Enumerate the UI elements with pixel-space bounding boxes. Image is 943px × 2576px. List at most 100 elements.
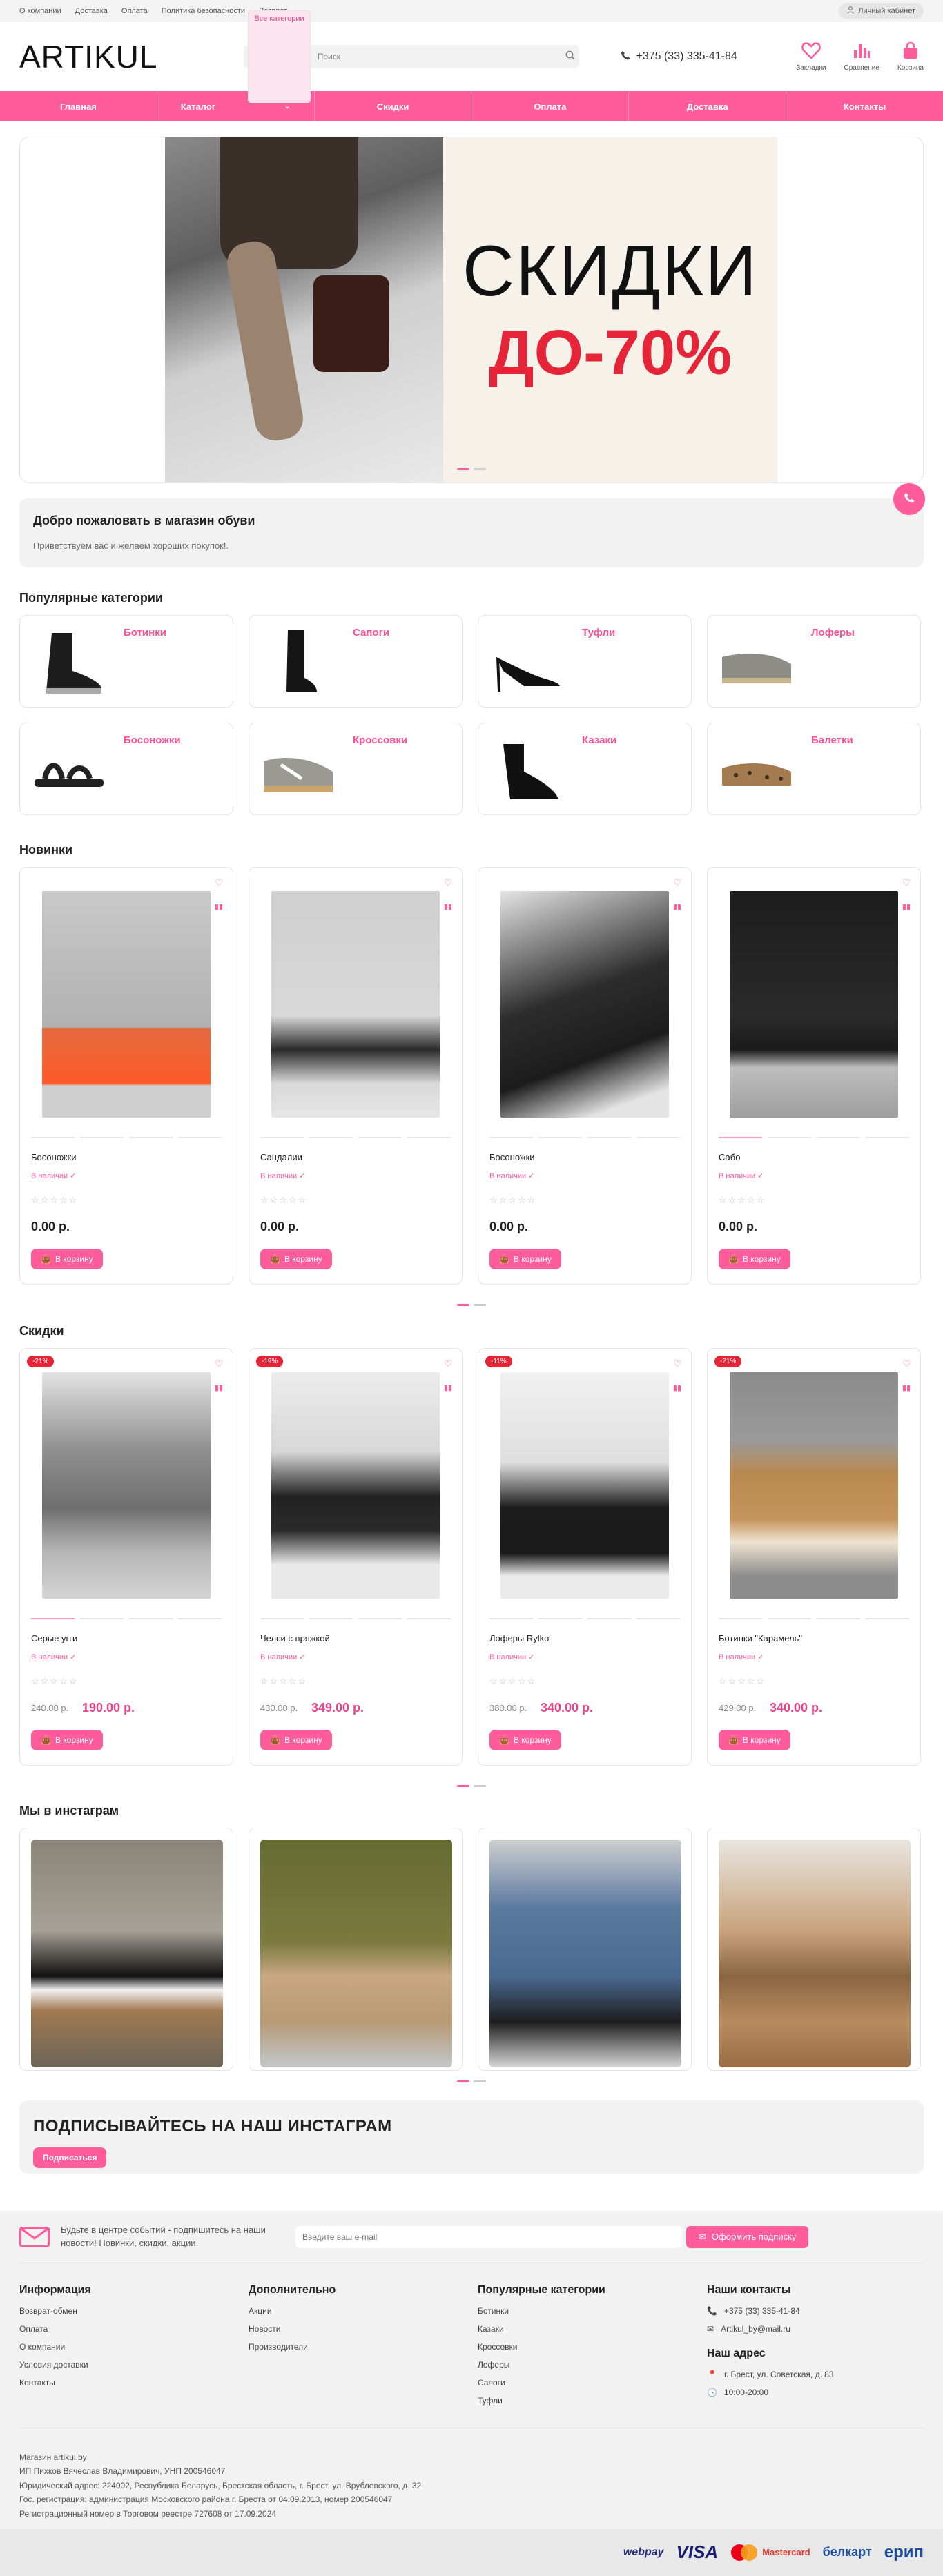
product-image[interactable] <box>271 1372 440 1599</box>
footer-link[interactable]: Возврат-обмен <box>19 2306 249 2316</box>
instagram-post[interactable] <box>249 1828 463 2071</box>
footer-link[interactable]: Контакты <box>19 2378 249 2388</box>
add-to-cart-button[interactable]: 👜 В корзину <box>719 1249 790 1269</box>
instagram-post[interactable] <box>19 1828 233 2071</box>
sale-items-pagination[interactable] <box>19 1785 924 1787</box>
product-name[interactable]: Ботинки "Карамель" <box>719 1633 802 1643</box>
email-field[interactable] <box>295 2225 682 2248</box>
footer-link[interactable]: Лоферы <box>478 2360 707 2370</box>
footer-link[interactable]: О компании <box>19 2342 249 2352</box>
product-card[interactable]: -19% ♡ ▮▮ Челси с пряжкой В наличии ✓ ☆☆… <box>249 1348 463 1766</box>
footer-link[interactable]: Казаки <box>478 2324 707 2334</box>
bookmarks-button[interactable]: Закладки <box>796 41 826 72</box>
search-input[interactable] <box>317 52 559 61</box>
footer-email[interactable]: ✉ Artikul_by@mail.ru <box>707 2324 936 2334</box>
product-image[interactable] <box>500 891 669 1118</box>
footer-link[interactable]: Сапоги <box>478 2378 707 2388</box>
top-link-privacy[interactable]: Политика безопасности <box>162 7 245 15</box>
footer-link[interactable]: Акции <box>249 2306 478 2316</box>
instagram-post[interactable] <box>707 1828 921 2071</box>
top-link-about[interactable]: О компании <box>19 7 61 15</box>
heart-icon[interactable]: ♡ <box>902 877 911 888</box>
add-to-cart-button[interactable]: 👜 В корзину <box>489 1730 561 1750</box>
nav-item-sale[interactable]: Скидки <box>315 91 472 121</box>
footer-link[interactable]: Новости <box>249 2324 478 2334</box>
heart-icon[interactable]: ♡ <box>673 877 681 888</box>
compare-icon[interactable]: ▮▮ <box>444 902 452 911</box>
category-card-loafers[interactable]: Лоферы <box>707 615 921 708</box>
product-image[interactable] <box>730 1372 898 1599</box>
heart-icon[interactable]: ♡ <box>902 1358 911 1369</box>
account-button[interactable]: Личный кабинет <box>839 3 924 19</box>
nav-item-payment[interactable]: Оплата <box>471 91 630 121</box>
product-image[interactable] <box>271 891 440 1118</box>
search-icon[interactable] <box>565 50 576 64</box>
compare-icon[interactable]: ▮▮ <box>444 1383 452 1392</box>
add-to-cart-button[interactable]: 👜 В корзину <box>719 1730 790 1750</box>
callback-button[interactable] <box>893 483 925 515</box>
product-image[interactable] <box>500 1372 669 1599</box>
nav-item-delivery[interactable]: Доставка <box>629 91 787 121</box>
heart-icon[interactable]: ♡ <box>444 877 452 888</box>
header-phone[interactable]: +375 (33) 335-41-84 <box>621 50 768 64</box>
footer-link[interactable]: Ботинки <box>478 2306 707 2316</box>
product-card[interactable]: ♡ ▮▮ Сандалии В наличии ✓ ☆☆☆☆☆ 0.00 р. … <box>249 867 463 1285</box>
product-name[interactable]: Босоножки <box>31 1152 77 1162</box>
footer-link[interactable]: Производители <box>249 2342 478 2352</box>
product-name[interactable]: Босоножки <box>489 1152 535 1162</box>
footer-link[interactable]: Туфли <box>478 2396 707 2406</box>
product-card[interactable]: ♡ ▮▮ Сабо В наличии ✓ ☆☆☆☆☆ 0.00 р. 👜 В к… <box>707 867 921 1285</box>
nav-item-contacts[interactable]: Контакты <box>786 91 943 121</box>
category-card-cowboy-boots[interactable]: Казаки <box>478 723 692 815</box>
compare-icon[interactable]: ▮▮ <box>673 1383 681 1392</box>
footer-link[interactable]: Оплата <box>19 2324 249 2334</box>
add-to-cart-button[interactable]: 👜 В корзину <box>489 1249 561 1269</box>
compare-button[interactable]: Сравнение <box>844 41 879 72</box>
add-to-cart-button[interactable]: 👜 В корзину <box>260 1249 332 1269</box>
newsletter-subscribe-button[interactable]: ✉ Оформить подписку <box>686 2225 809 2248</box>
category-card-high-boots[interactable]: Сапоги <box>249 615 463 708</box>
product-name[interactable]: Лоферы Rylko <box>489 1633 549 1643</box>
product-image[interactable] <box>42 1372 211 1599</box>
product-card[interactable]: -21% ♡ ▮▮ Ботинки "Карамель" В наличии ✓… <box>707 1348 921 1766</box>
footer-phone[interactable]: 📞 +375 (33) 335-41-84 <box>707 2306 936 2316</box>
product-name[interactable]: Челси с пряжкой <box>260 1633 330 1643</box>
hero-banner[interactable]: СКИДКИ ДО-70% <box>19 137 924 483</box>
compare-icon[interactable]: ▮▮ <box>902 902 911 911</box>
product-name[interactable]: Серые угги <box>31 1633 77 1643</box>
add-to-cart-button[interactable]: 👜 В корзину <box>31 1730 103 1750</box>
footer-link[interactable]: Условия доставки <box>19 2360 249 2370</box>
hero-pagination[interactable] <box>20 468 923 470</box>
category-card-pumps[interactable]: Туфли <box>478 615 692 708</box>
compare-icon[interactable]: ▮▮ <box>902 1383 911 1392</box>
heart-icon[interactable]: ♡ <box>444 1358 452 1369</box>
category-card-sandals[interactable]: Босоножки <box>19 723 233 815</box>
product-card[interactable]: -21% ♡ ▮▮ Серые угги В наличии ✓ ☆☆☆☆☆ 2… <box>19 1348 233 1766</box>
subscribe-button[interactable]: Подписаться <box>33 2147 107 2168</box>
compare-icon[interactable]: ▮▮ <box>673 902 681 911</box>
cart-button[interactable]: Корзина <box>897 41 924 72</box>
new-items-pagination[interactable] <box>19 1304 924 1306</box>
category-card-sneakers[interactable]: Кроссовки <box>249 723 463 815</box>
top-link-payment[interactable]: Оплата <box>121 7 148 15</box>
compare-icon[interactable]: ▮▮ <box>215 1383 223 1392</box>
product-card[interactable]: -11% ♡ ▮▮ Лоферы Rylko В наличии ✓ ☆☆☆☆☆… <box>478 1348 692 1766</box>
search-category-select[interactable]: Все категории <box>248 10 311 103</box>
compare-icon[interactable]: ▮▮ <box>215 902 223 911</box>
add-to-cart-button[interactable]: 👜 В корзину <box>260 1730 332 1750</box>
product-image[interactable] <box>730 891 898 1118</box>
heart-icon[interactable]: ♡ <box>215 877 223 888</box>
heart-icon[interactable]: ♡ <box>215 1358 223 1369</box>
logo[interactable]: ARTIKUL <box>19 38 244 75</box>
heart-icon[interactable]: ♡ <box>673 1358 681 1369</box>
product-image[interactable] <box>42 891 211 1118</box>
category-card-ballet-flats[interactable]: Балетки <box>707 723 921 815</box>
instagram-pagination[interactable] <box>19 2080 924 2082</box>
footer-link[interactable]: Кроссовки <box>478 2342 707 2352</box>
product-card[interactable]: ♡ ▮▮ Босоножки В наличии ✓ ☆☆☆☆☆ 0.00 р.… <box>478 867 692 1285</box>
category-card-boots[interactable]: Ботинки <box>19 615 233 708</box>
top-link-delivery[interactable]: Доставка <box>75 7 108 15</box>
instagram-post[interactable] <box>478 1828 692 2071</box>
product-name[interactable]: Сандалии <box>260 1152 302 1162</box>
product-name[interactable]: Сабо <box>719 1152 740 1162</box>
